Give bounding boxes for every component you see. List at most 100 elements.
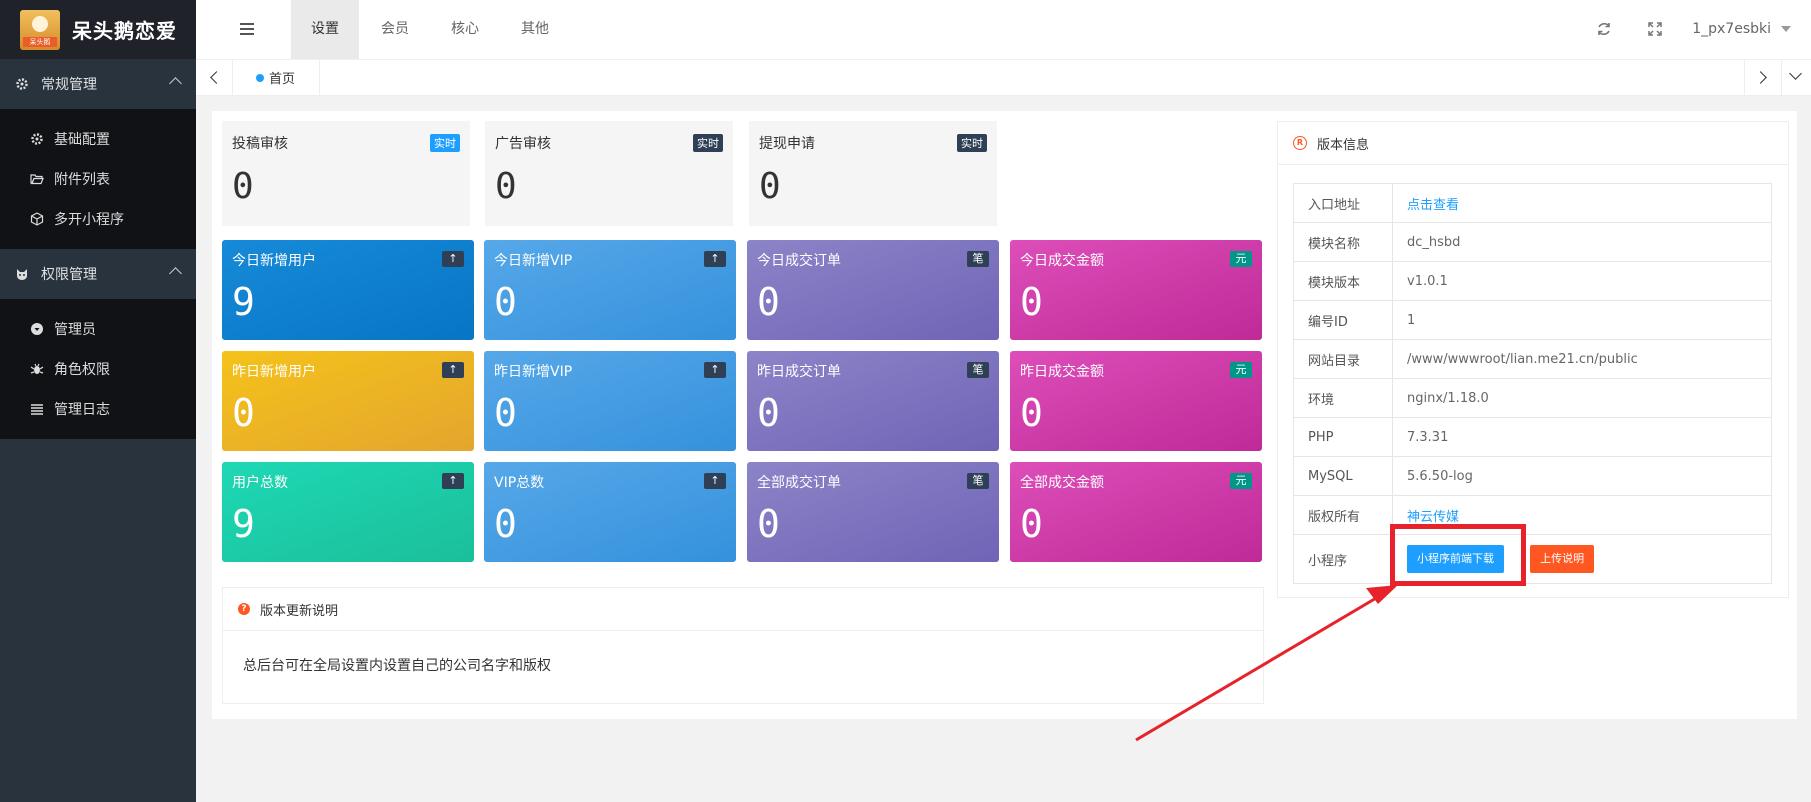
cat-icon xyxy=(17,269,27,280)
chevron-right-icon xyxy=(1754,71,1767,84)
stat-label: 全部成交金额 xyxy=(1020,475,1104,491)
table-row: 版权所有 神云传媒 xyxy=(1293,495,1772,535)
sidebar-submenu-general: 基础配置 附件列表 多开小程序 xyxy=(0,109,196,249)
sidebar-item-logs[interactable]: 管理日志 xyxy=(0,389,196,429)
stat-label: 昨日成交订单 xyxy=(757,364,841,380)
stat-value: 0 xyxy=(494,280,517,324)
tab-bar: 首页 xyxy=(196,60,1811,96)
sidebar-group-permissions[interactable]: 权限管理 xyxy=(0,249,196,299)
update-notes-text: 总后台可在全局设置内设置自己的公司名字和版权 xyxy=(243,658,551,674)
sidebar-item-admins[interactable]: 管理员 xyxy=(0,309,196,349)
row-value: 7.3.31 xyxy=(1392,417,1772,457)
tab-core[interactable]: 核心 xyxy=(431,0,499,59)
chevron-up-icon xyxy=(169,77,182,90)
tab-home-label: 首页 xyxy=(269,72,296,87)
sidebar-submenu-permissions: 管理员 角色权限 管理日志 xyxy=(0,299,196,439)
update-notes-panel: ? 版本更新说明 总后台可在全局设置内设置自己的公司名字和版权 xyxy=(222,587,1264,704)
sidebar-item-label: 管理员 xyxy=(54,322,96,338)
stat-label: 今日成交订单 xyxy=(757,253,841,269)
order-unit-badge: 笔 xyxy=(967,473,989,489)
stat-value: 0 xyxy=(757,391,780,435)
stat-value: 0 xyxy=(1020,280,1043,324)
row-key: 网站目录 xyxy=(1293,339,1393,379)
logo-tag: 呆头鹅 xyxy=(23,36,57,47)
sidebar-item-attachments[interactable]: 附件列表 xyxy=(0,159,196,199)
sidebar-group-general[interactable]: 常规管理 xyxy=(0,59,196,109)
fullscreen-icon[interactable] xyxy=(1647,21,1663,37)
currency-unit-badge: 元 xyxy=(1230,473,1252,489)
review-card-withdrawals: 提现申请 实时 0 xyxy=(749,121,997,226)
row-key: 版权所有 xyxy=(1293,495,1393,535)
tab-members[interactable]: 会员 xyxy=(361,0,429,59)
entry-url-link[interactable]: 点击查看 xyxy=(1407,198,1459,213)
version-info-panel: R 版本信息 入口地址 点击查看 模块名称 dc_hsbd 模块版本 v1.0.… xyxy=(1277,121,1789,598)
stat-label: 昨日新增VIP xyxy=(494,364,573,380)
stat-value: 0 xyxy=(494,391,517,435)
tab-scroll-left-button[interactable] xyxy=(196,60,233,95)
sidebar: 呆头鹅 呆头鹅恋爱 常规管理 基础配置 附件列表 多开小程序 权限管理 管理员 xyxy=(0,0,196,802)
update-notes-title: 版本更新说明 xyxy=(260,603,339,619)
stat-value: 0 xyxy=(232,391,255,435)
row-value: v1.0.1 xyxy=(1392,261,1772,301)
app-title: 呆头鹅恋爱 xyxy=(72,19,177,43)
table-row: 模块名称 dc_hsbd xyxy=(1293,222,1772,262)
review-card-ads: 广告审核 实时 0 xyxy=(485,121,733,226)
sidebar-item-label: 角色权限 xyxy=(54,362,110,378)
gear-icon xyxy=(31,133,43,145)
caret-down-icon[interactable] xyxy=(1781,26,1791,32)
bug-icon xyxy=(30,363,44,374)
row-value: /www/wwwroot/lian.me21.cn/public xyxy=(1392,339,1772,379)
sidebar-item-label: 附件列表 xyxy=(54,172,110,188)
stat-label: 昨日新增用户 xyxy=(232,364,316,380)
order-unit-badge: 笔 xyxy=(967,362,989,378)
review-card-submissions: 投稿审核 实时 0 xyxy=(222,121,470,226)
stat-value: 0 xyxy=(757,280,780,324)
gear-icon xyxy=(16,78,28,90)
refresh-icon[interactable] xyxy=(1596,21,1612,37)
tab-options-button[interactable] xyxy=(1780,60,1811,95)
stat-card-total-vip: VIP总数 ↑ 0 xyxy=(484,462,736,562)
question-icon: ? xyxy=(238,603,250,615)
review-value: 0 xyxy=(232,166,254,207)
row-key: 模块名称 xyxy=(1293,222,1393,262)
stat-label: VIP总数 xyxy=(494,475,545,491)
tab-other[interactable]: 其他 xyxy=(501,0,569,59)
row-key: 模块版本 xyxy=(1293,261,1393,301)
stat-card-yesterday-vip: 昨日新增VIP ↑ 0 xyxy=(484,351,736,451)
user-menu[interactable]: 1_px7esbki xyxy=(1692,0,1771,59)
user-circle-icon xyxy=(31,323,43,335)
stat-card-total-amount: 全部成交金额 元 0 xyxy=(1010,462,1262,562)
sidebar-item-roles[interactable]: 角色权限 xyxy=(0,349,196,389)
arrow-up-icon: ↑ xyxy=(704,362,726,378)
stat-label: 今日新增VIP xyxy=(494,253,573,269)
tab-scroll-right-button[interactable] xyxy=(1744,60,1782,95)
top-header: 设置 会员 核心 其他 1_px7esbki xyxy=(196,0,1811,60)
table-row: 小程序 小程序前端下载 上传说明 xyxy=(1293,534,1772,584)
stat-card-yesterday-orders: 昨日成交订单 笔 0 xyxy=(747,351,999,451)
copyright-link[interactable]: 神云传媒 xyxy=(1407,510,1459,525)
logo[interactable]: 呆头鹅 呆头鹅恋爱 xyxy=(0,0,196,59)
upload-instructions-button[interactable]: 上传说明 xyxy=(1530,545,1595,573)
sidebar-item-basic-config[interactable]: 基础配置 xyxy=(0,119,196,159)
row-key: 编号ID xyxy=(1293,300,1393,340)
version-info-title: 版本信息 xyxy=(1317,137,1370,153)
chevron-up-icon xyxy=(169,267,182,280)
review-value: 0 xyxy=(759,166,781,207)
tab-home[interactable]: 首页 xyxy=(232,60,321,95)
menu-toggle-icon[interactable] xyxy=(240,23,254,38)
stat-card-yesterday-users: 昨日新增用户 ↑ 0 xyxy=(222,351,474,451)
annotation-highlight-box xyxy=(1390,524,1526,586)
sidebar-item-mini-programs[interactable]: 多开小程序 xyxy=(0,199,196,239)
tab-settings[interactable]: 设置 xyxy=(291,0,359,59)
order-unit-badge: 笔 xyxy=(967,251,989,267)
version-info-header: R 版本信息 xyxy=(1278,122,1788,165)
row-value: dc_hsbd xyxy=(1392,222,1772,262)
review-label: 广告审核 xyxy=(495,136,551,152)
table-row: 环境 nginx/1.18.0 xyxy=(1293,378,1772,418)
stat-value: 0 xyxy=(494,502,517,546)
row-key: 环境 xyxy=(1293,378,1393,418)
stat-card-today-users: 今日新增用户 ↑ 9 xyxy=(222,240,474,340)
cube-icon xyxy=(30,212,44,226)
stat-label: 用户总数 xyxy=(232,475,288,491)
stat-value: 0 xyxy=(757,502,780,546)
